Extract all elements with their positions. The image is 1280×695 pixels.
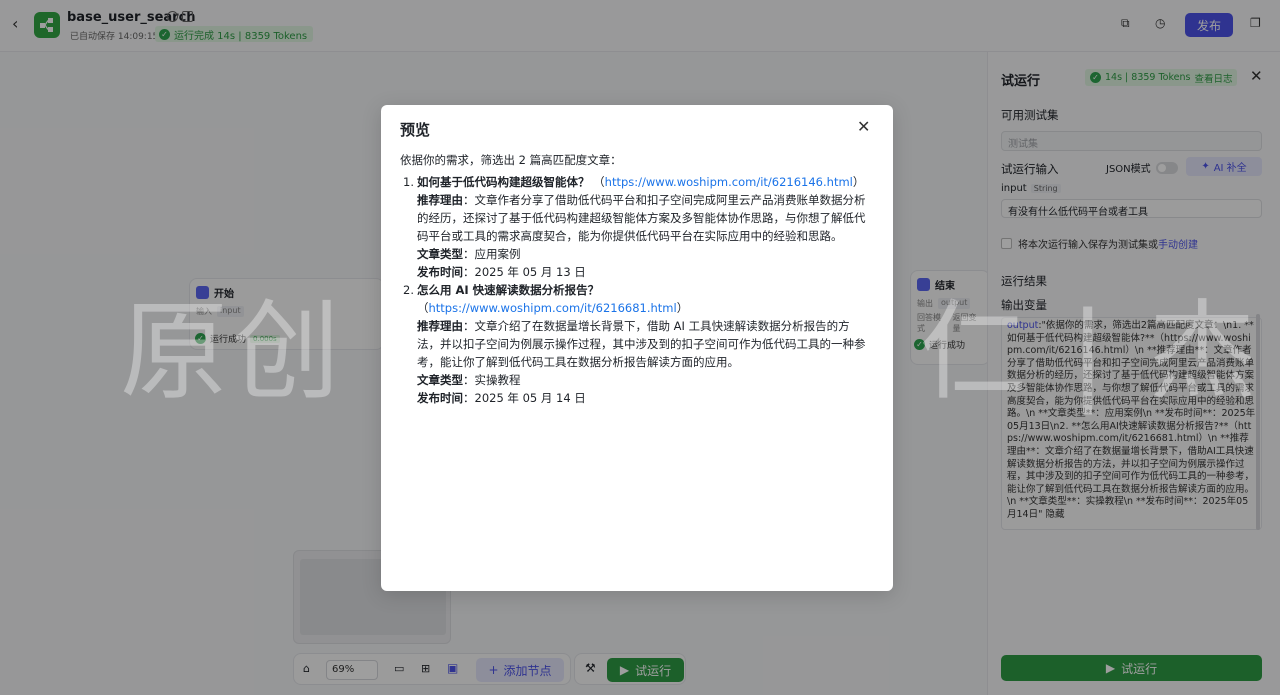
preview-modal: 预览 ✕ 依据你的需求，筛选出 2 篇高匹配度文章： 1. 如何基于低代码构建超… xyxy=(381,105,893,591)
close-icon[interactable]: ✕ xyxy=(857,117,870,136)
article-item: 2. 怎么用 AI 快速解读数据分析报告？ （https://www.woshi… xyxy=(403,283,866,405)
modal-intro: 依据你的需求，筛选出 2 篇高匹配度文章： xyxy=(400,153,622,167)
article-title: 如何基于低代码构建超级智能体？ xyxy=(417,175,590,189)
article-link[interactable]: https://www.woshipm.com/it/6216146.html xyxy=(605,175,853,189)
modal-title: 预览 xyxy=(400,121,431,139)
article-title: 怎么用 AI 快速解读数据分析报告？ xyxy=(417,283,600,297)
article-link[interactable]: https://www.woshipm.com/it/6216681.html xyxy=(429,301,677,315)
modal-body: 依据你的需求，筛选出 2 篇高匹配度文章： 1. 如何基于低代码构建超级智能体？… xyxy=(400,151,872,407)
article-item: 1. 如何基于低代码构建超级智能体？ （https://www.woshipm.… xyxy=(403,175,866,279)
